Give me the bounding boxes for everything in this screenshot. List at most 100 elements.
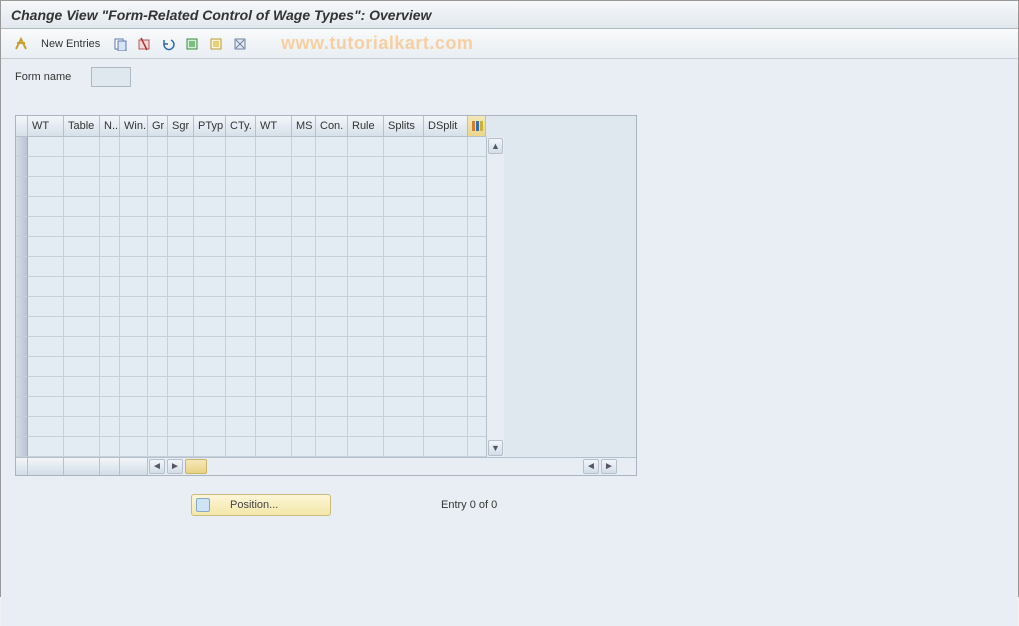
cell-ms[interactable] [292,437,316,457]
cell-rule[interactable] [348,137,384,157]
cell-sgr[interactable] [168,177,194,197]
cell-wt2[interactable] [256,257,292,277]
cell-ms[interactable] [292,137,316,157]
cell-wt2[interactable] [256,157,292,177]
cell-ms[interactable] [292,417,316,437]
cell-dsplit[interactable] [424,157,468,177]
cell-wt1[interactable] [28,397,64,417]
cell-con[interactable] [316,177,348,197]
column-header-cty[interactable]: CTy. [226,116,256,137]
cell-ptyp[interactable] [194,437,226,457]
cell-ms[interactable] [292,357,316,377]
cell-wt1[interactable] [28,217,64,237]
cell-sgr[interactable] [168,137,194,157]
cell-cty[interactable] [226,197,256,217]
cell-table[interactable] [64,257,100,277]
toggle-icon[interactable] [11,34,31,54]
cell-ptyp[interactable] [194,137,226,157]
cell-dsplit[interactable] [424,137,468,157]
cell-splits[interactable] [384,437,424,457]
row-selector[interactable] [16,437,28,457]
row-selector[interactable] [16,277,28,297]
cell-con[interactable] [316,237,348,257]
cell-ptyp[interactable] [194,277,226,297]
cell-cty[interactable] [226,257,256,277]
scroll-down-icon[interactable]: ▼ [488,440,503,456]
cell-table[interactable] [64,197,100,217]
cell-wt2[interactable] [256,377,292,397]
select-all-header[interactable] [16,116,28,137]
cell-table[interactable] [64,297,100,317]
cell-dsplit[interactable] [424,197,468,217]
cell-wt2[interactable] [256,357,292,377]
cell-ptyp[interactable] [194,357,226,377]
cell-cty[interactable] [226,317,256,337]
cell-ptyp[interactable] [194,217,226,237]
cell-splits[interactable] [384,157,424,177]
cell-n[interactable] [100,157,120,177]
cell-splits[interactable] [384,257,424,277]
cell-wt1[interactable] [28,257,64,277]
cell-gr[interactable] [148,417,168,437]
cell-ptyp[interactable] [194,197,226,217]
column-header-con[interactable]: Con. [316,116,348,137]
cell-con[interactable] [316,377,348,397]
row-selector[interactable] [16,357,28,377]
cell-ptyp[interactable] [194,397,226,417]
cell-splits[interactable] [384,417,424,437]
cell-splits[interactable] [384,217,424,237]
cell-ms[interactable] [292,297,316,317]
cell-table[interactable] [64,157,100,177]
row-selector[interactable] [16,257,28,277]
cell-gr[interactable] [148,257,168,277]
scroll-track[interactable] [487,155,504,439]
row-selector[interactable] [16,377,28,397]
cell-win[interactable] [120,177,148,197]
cell-win[interactable] [120,337,148,357]
cell-cty[interactable] [226,417,256,437]
cell-ptyp[interactable] [194,177,226,197]
cell-sgr[interactable] [168,157,194,177]
cell-table[interactable] [64,317,100,337]
cell-dsplit[interactable] [424,277,468,297]
scroll-left2-icon[interactable]: ◄ [583,459,599,474]
cell-sgr[interactable] [168,377,194,397]
cell-rule[interactable] [348,397,384,417]
column-header-table[interactable]: Table [64,116,100,137]
row-selector[interactable] [16,157,28,177]
cell-win[interactable] [120,237,148,257]
configure-columns-icon[interactable] [468,116,486,137]
column-header-splits[interactable]: Splits [384,116,424,137]
cell-ptyp[interactable] [194,417,226,437]
cell-con[interactable] [316,297,348,317]
cell-gr[interactable] [148,317,168,337]
cell-gr[interactable] [148,157,168,177]
cell-sgr[interactable] [168,337,194,357]
cell-con[interactable] [316,397,348,417]
cell-win[interactable] [120,417,148,437]
cell-cty[interactable] [226,377,256,397]
cell-wt1[interactable] [28,357,64,377]
cell-wt2[interactable] [256,237,292,257]
cell-win[interactable] [120,297,148,317]
cell-n[interactable] [100,397,120,417]
cell-win[interactable] [120,257,148,277]
cell-win[interactable] [120,397,148,417]
cell-splits[interactable] [384,137,424,157]
cell-wt1[interactable] [28,297,64,317]
copy-icon[interactable] [110,34,130,54]
cell-table[interactable] [64,397,100,417]
cell-splits[interactable] [384,377,424,397]
cell-wt1[interactable] [28,417,64,437]
new-entries-button[interactable]: New Entries [35,36,106,52]
cell-dsplit[interactable] [424,177,468,197]
cell-n[interactable] [100,277,120,297]
scroll-left-icon[interactable]: ◄ [149,459,165,474]
form-name-input[interactable] [91,67,131,87]
cell-table[interactable] [64,137,100,157]
cell-ptyp[interactable] [194,337,226,357]
cell-ms[interactable] [292,217,316,237]
cell-ptyp[interactable] [194,257,226,277]
cell-splits[interactable] [384,397,424,417]
cell-con[interactable] [316,337,348,357]
